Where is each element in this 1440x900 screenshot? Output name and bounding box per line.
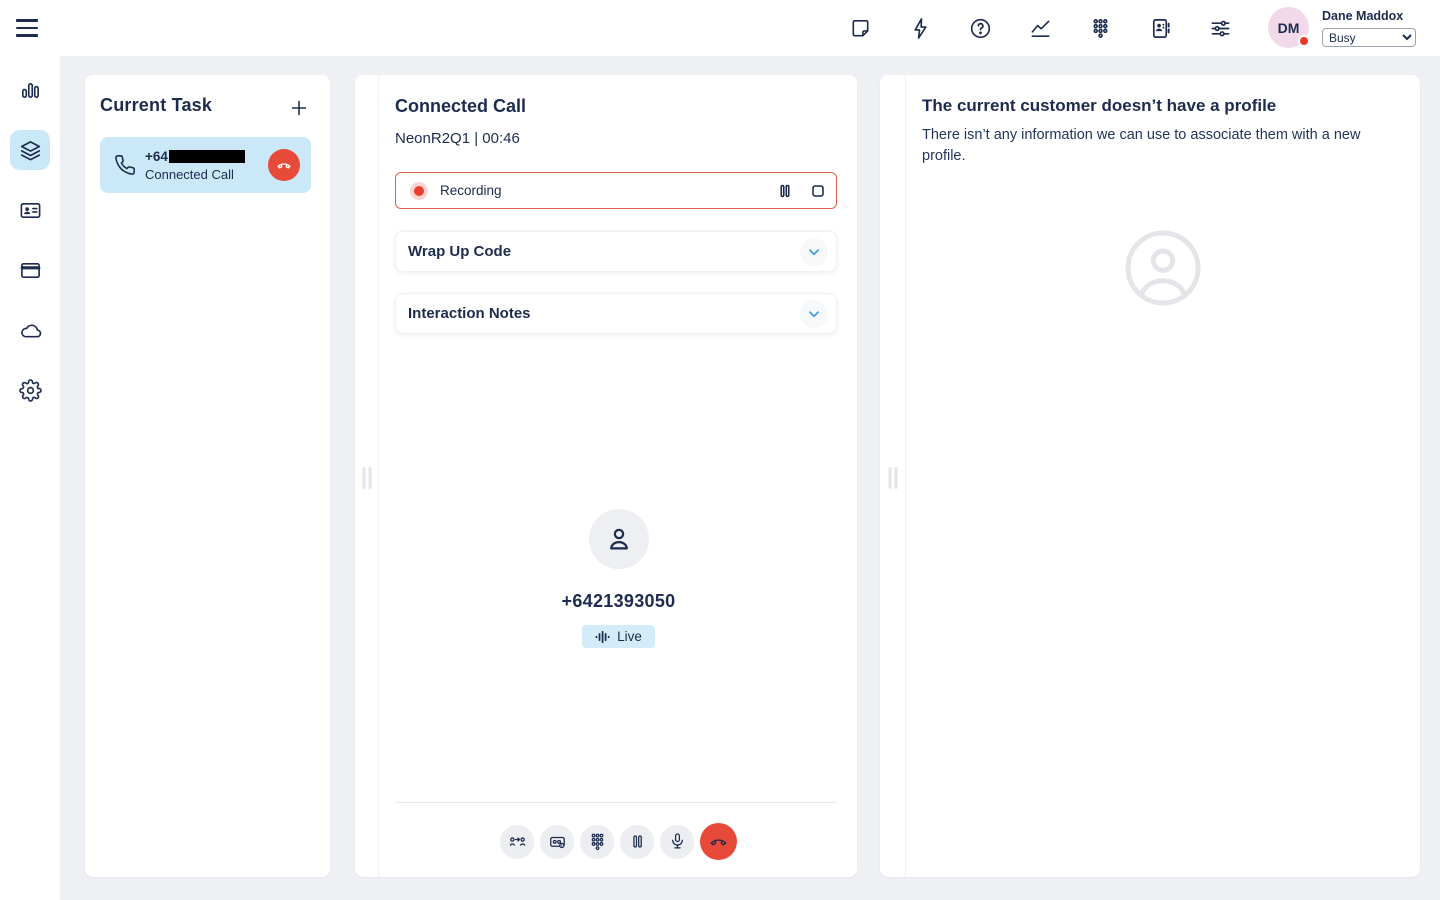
add-task-icon[interactable]	[284, 93, 314, 123]
hold-icon[interactable]	[620, 825, 654, 859]
phone-icon	[114, 154, 136, 176]
controls-divider	[395, 802, 837, 803]
interaction-notes-accordion[interactable]: Interaction Notes	[395, 293, 837, 334]
current-task-panel: Current Task +64 Connected Call	[85, 75, 330, 877]
person-avatar-icon	[589, 509, 649, 569]
mute-icon[interactable]	[660, 825, 694, 859]
panel-resize-strip[interactable]	[880, 75, 906, 877]
live-badge: Live	[582, 625, 655, 648]
gear-icon[interactable]	[10, 370, 50, 410]
contacts-icon[interactable]	[1140, 8, 1180, 48]
transfer-call-icon[interactable]	[500, 825, 534, 859]
customer-profile-panel: The current customer doesn’t have a prof…	[880, 75, 1420, 877]
interaction-notes-label: Interaction Notes	[408, 305, 800, 322]
wrap-up-code-label: Wrap Up Code	[408, 243, 800, 260]
recording-bar: Recording	[395, 172, 837, 209]
dialpad-icon[interactable]	[580, 825, 614, 859]
header-icon-toolbar	[840, 8, 1240, 48]
callee-phone-number: +6421393050	[380, 591, 857, 612]
task-text: +64 Connected Call	[145, 149, 268, 182]
note-icon[interactable]	[840, 8, 880, 48]
drag-handle-icon[interactable]	[362, 467, 371, 489]
busy-status-dot	[1298, 35, 1310, 47]
menu-icon[interactable]	[14, 13, 46, 43]
pause-recording-icon[interactable]	[770, 176, 800, 206]
stop-recording-icon[interactable]	[803, 176, 833, 206]
chevron-down-icon[interactable]	[800, 238, 828, 266]
analytics-icon[interactable]	[1020, 8, 1060, 48]
app-header: DM Dane Maddox Busy	[0, 0, 1440, 56]
task-status-label: Connected Call	[145, 167, 268, 182]
live-label: Live	[617, 629, 642, 644]
sliders-icon[interactable]	[1200, 8, 1240, 48]
wrap-up-code-accordion[interactable]: Wrap Up Code	[395, 231, 837, 272]
call-queue-and-timer: NeonR2Q1 | 00:46	[395, 130, 520, 147]
bar-chart-icon[interactable]	[10, 70, 50, 110]
drag-handle-icon[interactable]	[888, 467, 897, 489]
contact-card-icon[interactable]	[10, 190, 50, 230]
task-phone-number: +64	[145, 149, 268, 164]
panel-resize-strip[interactable]	[355, 75, 379, 877]
call-panel-title: Connected Call	[395, 96, 526, 117]
cloud-icon[interactable]	[10, 310, 50, 350]
user-initials: DM	[1278, 20, 1300, 36]
connected-call-panel: Connected Call NeonR2Q1 | 00:46 Recordin…	[355, 75, 857, 877]
layers-icon[interactable]	[10, 130, 50, 170]
callee-block: +6421393050 Live	[380, 509, 857, 649]
no-profile-description: There isn’t any information we can use t…	[922, 125, 1392, 167]
browser-icon[interactable]	[10, 250, 50, 290]
record-icon[interactable]	[540, 825, 574, 859]
user-avatar[interactable]: DM	[1268, 7, 1309, 48]
active-task-item[interactable]: +64 Connected Call	[100, 137, 311, 193]
recording-label: Recording	[440, 183, 770, 198]
lightning-icon[interactable]	[900, 8, 940, 48]
recording-dot-icon	[414, 186, 424, 196]
status-select[interactable]: Busy	[1322, 28, 1416, 47]
redacted-phone-digits	[169, 150, 245, 163]
waveform-icon	[595, 630, 611, 644]
no-profile-title: The current customer doesn’t have a prof…	[922, 96, 1276, 116]
user-name: Dane Maddox	[1322, 9, 1403, 23]
call-controls	[380, 823, 857, 860]
profile-placeholder-icon	[906, 228, 1420, 308]
left-nav-rail	[0, 56, 60, 900]
hangup-icon[interactable]	[700, 823, 737, 860]
help-icon[interactable]	[960, 8, 1000, 48]
task-hangup-button[interactable]	[268, 149, 300, 181]
current-task-title: Current Task	[100, 95, 212, 116]
chevron-down-icon[interactable]	[800, 300, 828, 328]
dialpad-icon[interactable]	[1080, 8, 1120, 48]
